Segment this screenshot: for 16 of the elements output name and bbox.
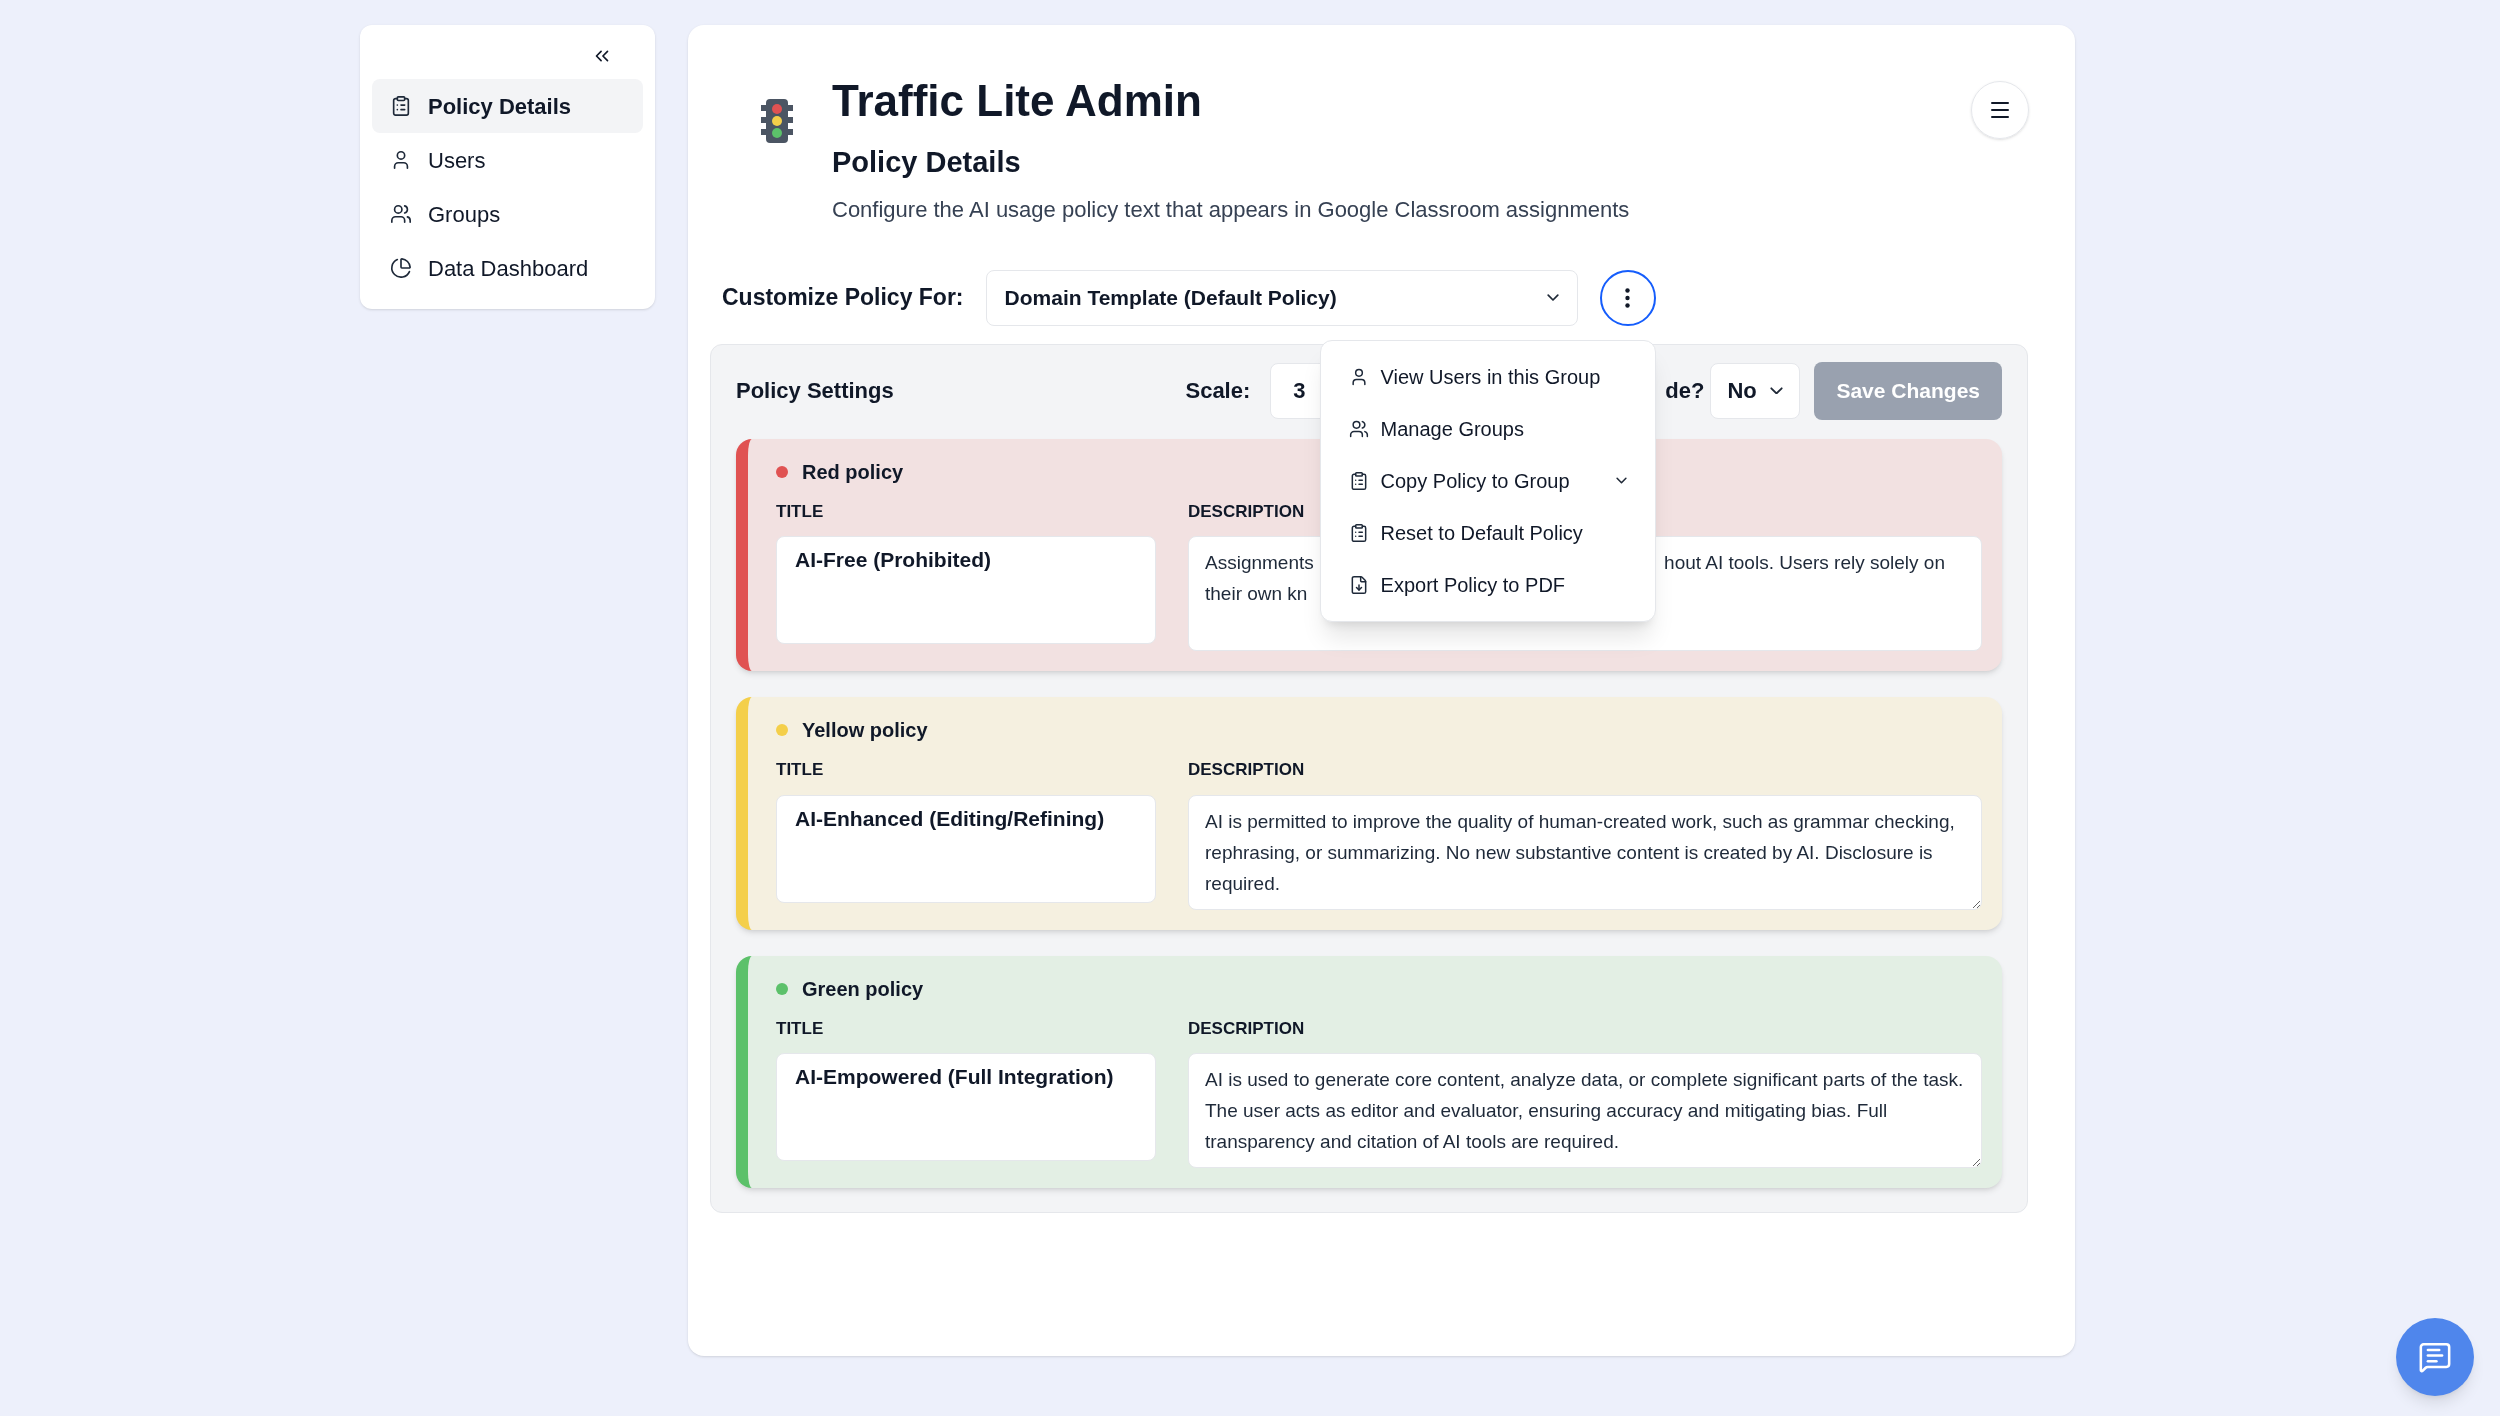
app-title: Traffic Lite Admin bbox=[832, 75, 1203, 127]
scale-label: Scale: bbox=[1185, 377, 1251, 405]
settings-title: Policy Settings bbox=[736, 377, 895, 405]
page-subtitle: Policy Details bbox=[832, 145, 1022, 180]
policy-name: Green policy bbox=[802, 976, 924, 1002]
field-label: TITLE bbox=[776, 1017, 825, 1040]
policy-name: Yellow policy bbox=[802, 718, 928, 743]
field-label: TITLE bbox=[776, 500, 825, 523]
policy-name: Red policy bbox=[802, 459, 904, 485]
field-label: TITLE bbox=[776, 759, 825, 781]
customize-label: Customize Policy For: bbox=[722, 283, 964, 313]
field-label: DESCRIPTION bbox=[1188, 500, 1306, 523]
override-label: de? bbox=[1665, 377, 1705, 405]
page-description: Configure the AI usage policy text that appears in Google Classroom assignments bbox=[832, 195, 1631, 224]
field-label: DESCRIPTION bbox=[1188, 759, 1306, 781]
field-label: DESCRIPTION bbox=[1188, 1017, 1306, 1040]
